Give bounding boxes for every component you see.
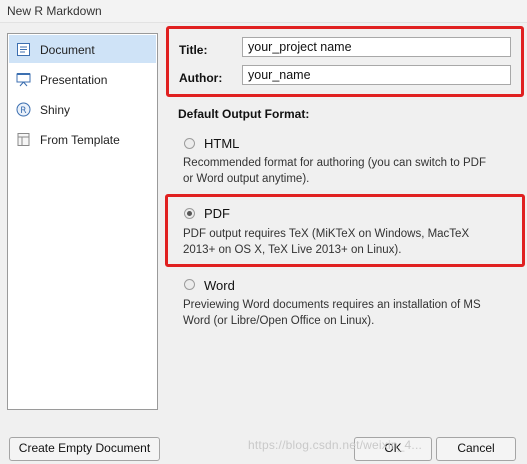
html-option-description: Recommended format for authoring (you ca… (183, 157, 486, 169)
title-author-highlight (166, 26, 524, 97)
sidebar-item-document[interactable]: Document (9, 35, 156, 63)
create-empty-document-button[interactable]: Create Empty Document (9, 437, 160, 461)
pdf-highlight (165, 194, 525, 267)
window-title: New R Markdown (7, 4, 102, 18)
sidebar-item-label: From Template (40, 133, 120, 147)
sidebar-item-presentation[interactable]: Presentation (9, 65, 156, 93)
sidebar-item-shiny[interactable]: R Shiny (9, 95, 156, 123)
shiny-icon: R (16, 102, 31, 117)
html-option-description: or Word output anytime). (183, 173, 310, 185)
default-output-format-heading: Default Output Format: (178, 107, 310, 121)
template-icon (17, 133, 30, 146)
sidebar-item-label: Shiny (40, 103, 71, 117)
watermark-text: https://blog.csdn.net/weixin_4... (248, 438, 423, 452)
word-option-description: Word (or Libre/Open Office on Linux). (183, 315, 375, 327)
word-option-description: Previewing Word documents requires an in… (183, 299, 481, 311)
sidebar-item-from-template[interactable]: From Template (9, 125, 156, 153)
word-option-label[interactable]: Word (204, 278, 235, 293)
document-icon (17, 43, 30, 56)
sidebar-item-label: Document (40, 43, 95, 57)
html-radio[interactable] (184, 138, 195, 149)
title-bar: New R Markdown (0, 0, 527, 23)
html-option-label[interactable]: HTML (204, 136, 239, 151)
svg-text:R: R (20, 106, 26, 116)
cancel-button[interactable]: Cancel (436, 437, 516, 461)
presentation-icon (16, 73, 31, 87)
sidebar-item-label: Presentation (40, 73, 108, 87)
word-radio[interactable] (184, 279, 195, 290)
template-type-sidebar: Document Presentation R Shiny From Templ… (7, 33, 158, 410)
